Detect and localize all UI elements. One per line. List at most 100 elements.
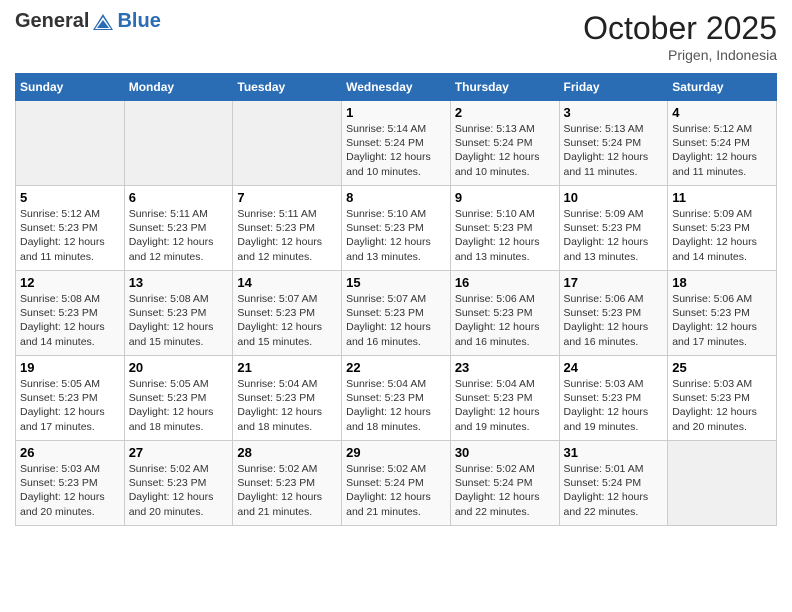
day-info: Sunrise: 5:02 AM Sunset: 5:23 PM Dayligh… xyxy=(129,462,229,519)
calendar-day-cell: 6 Sunrise: 5:11 AM Sunset: 5:23 PM Daylig… xyxy=(124,186,233,271)
day-number: 16 xyxy=(455,275,555,290)
calendar-day-cell: 26 Sunrise: 5:03 AM Sunset: 5:23 PM Dayli… xyxy=(16,441,125,526)
day-info: Sunrise: 5:11 AM Sunset: 5:23 PM Dayligh… xyxy=(129,207,229,264)
day-number: 5 xyxy=(20,190,120,205)
calendar-table: Sunday Monday Tuesday Wednesday Thursday… xyxy=(15,73,777,526)
day-number: 6 xyxy=(129,190,229,205)
calendar-day-cell: 1Sunrise: 5:14 AM Sunset: 5:24 PM Daylig… xyxy=(342,101,451,186)
day-number: 27 xyxy=(129,445,229,460)
calendar-day-cell: 30Sunrise: 5:02 AM Sunset: 5:24 PM Dayli… xyxy=(450,441,559,526)
day-number: 17 xyxy=(564,275,664,290)
day-number: 23 xyxy=(455,360,555,375)
day-info: Sunrise: 5:12 AM Sunset: 5:24 PM Dayligh… xyxy=(672,122,772,179)
day-info: Sunrise: 5:04 AM Sunset: 5:23 PM Dayligh… xyxy=(346,377,446,434)
calendar-day-cell xyxy=(124,101,233,186)
day-number: 2 xyxy=(455,105,555,120)
day-info: Sunrise: 5:07 AM Sunset: 5:23 PM Dayligh… xyxy=(237,292,337,349)
day-number: 20 xyxy=(129,360,229,375)
calendar-day-cell: 2 Sunrise: 5:13 AM Sunset: 5:24 PM Daylig… xyxy=(450,101,559,186)
logo-icon xyxy=(91,12,115,32)
day-number: 8 xyxy=(346,190,446,205)
calendar-header: General Blue October 2025 Prigen, Indone… xyxy=(15,10,777,63)
calendar-day-cell: 7 Sunrise: 5:11 AM Sunset: 5:23 PM Daylig… xyxy=(233,186,342,271)
calendar-day-cell: 20Sunrise: 5:05 AM Sunset: 5:23 PM Dayli… xyxy=(124,356,233,441)
day-number: 31 xyxy=(564,445,664,460)
day-info: Sunrise: 5:09 AM Sunset: 5:23 PM Dayligh… xyxy=(564,207,664,264)
calendar-thead: Sunday Monday Tuesday Wednesday Thursday… xyxy=(16,74,777,101)
title-block: October 2025 Prigen, Indonesia xyxy=(583,10,777,63)
calendar-day-cell: 31Sunrise: 5:01 AM Sunset: 5:24 PM Dayli… xyxy=(559,441,668,526)
day-info: Sunrise: 5:12 AM Sunset: 5:23 PM Dayligh… xyxy=(20,207,120,264)
calendar-day-cell: 19Sunrise: 5:05 AM Sunset: 5:23 PM Dayli… xyxy=(16,356,125,441)
day-info: Sunrise: 5:13 AM Sunset: 5:24 PM Dayligh… xyxy=(564,122,664,179)
day-info: Sunrise: 5:03 AM Sunset: 5:23 PM Dayligh… xyxy=(672,377,772,434)
day-info: Sunrise: 5:07 AM Sunset: 5:23 PM Dayligh… xyxy=(346,292,446,349)
day-info: Sunrise: 5:13 AM Sunset: 5:24 PM Dayligh… xyxy=(455,122,555,179)
day-info: Sunrise: 5:08 AM Sunset: 5:23 PM Dayligh… xyxy=(129,292,229,349)
day-info: Sunrise: 5:04 AM Sunset: 5:23 PM Dayligh… xyxy=(455,377,555,434)
day-info: Sunrise: 5:11 AM Sunset: 5:23 PM Dayligh… xyxy=(237,207,337,264)
header-tuesday: Tuesday xyxy=(233,74,342,101)
day-number: 10 xyxy=(564,190,664,205)
header-sunday: Sunday xyxy=(16,74,125,101)
calendar-day-cell: 27 Sunrise: 5:02 AM Sunset: 5:23 PM Dayli… xyxy=(124,441,233,526)
day-number: 13 xyxy=(129,275,229,290)
day-number: 9 xyxy=(455,190,555,205)
day-info: Sunrise: 5:06 AM Sunset: 5:23 PM Dayligh… xyxy=(455,292,555,349)
header-monday: Monday xyxy=(124,74,233,101)
calendar-day-cell: 16 Sunrise: 5:06 AM Sunset: 5:23 PM Dayli… xyxy=(450,271,559,356)
day-info: Sunrise: 5:03 AM Sunset: 5:23 PM Dayligh… xyxy=(564,377,664,434)
day-number: 14 xyxy=(237,275,337,290)
header-thursday: Thursday xyxy=(450,74,559,101)
calendar-day-cell: 23 Sunrise: 5:04 AM Sunset: 5:23 PM Dayli… xyxy=(450,356,559,441)
day-info: Sunrise: 5:03 AM Sunset: 5:23 PM Dayligh… xyxy=(20,462,120,519)
calendar-day-cell: 15Sunrise: 5:07 AM Sunset: 5:23 PM Dayli… xyxy=(342,271,451,356)
day-info: Sunrise: 5:06 AM Sunset: 5:23 PM Dayligh… xyxy=(672,292,772,349)
day-number: 7 xyxy=(237,190,337,205)
day-info: Sunrise: 5:06 AM Sunset: 5:23 PM Dayligh… xyxy=(564,292,664,349)
calendar-day-cell: 18Sunrise: 5:06 AM Sunset: 5:23 PM Dayli… xyxy=(668,271,777,356)
logo-text: General Blue xyxy=(15,10,161,33)
day-number: 24 xyxy=(564,360,664,375)
calendar-week-row: 19Sunrise: 5:05 AM Sunset: 5:23 PM Dayli… xyxy=(16,356,777,441)
logo: General Blue xyxy=(15,10,161,33)
day-info: Sunrise: 5:04 AM Sunset: 5:23 PM Dayligh… xyxy=(237,377,337,434)
day-number: 4 xyxy=(672,105,772,120)
calendar-container: General Blue October 2025 Prigen, Indone… xyxy=(0,0,792,536)
day-number: 25 xyxy=(672,360,772,375)
calendar-day-cell: 9Sunrise: 5:10 AM Sunset: 5:23 PM Daylig… xyxy=(450,186,559,271)
calendar-day-cell: 17 Sunrise: 5:06 AM Sunset: 5:23 PM Dayli… xyxy=(559,271,668,356)
day-number: 29 xyxy=(346,445,446,460)
calendar-week-row: 26 Sunrise: 5:03 AM Sunset: 5:23 PM Dayli… xyxy=(16,441,777,526)
calendar-day-cell: 21 Sunrise: 5:04 AM Sunset: 5:23 PM Dayli… xyxy=(233,356,342,441)
day-info: Sunrise: 5:02 AM Sunset: 5:24 PM Dayligh… xyxy=(455,462,555,519)
day-info: Sunrise: 5:02 AM Sunset: 5:23 PM Dayligh… xyxy=(237,462,337,519)
day-number: 26 xyxy=(20,445,120,460)
day-number: 12 xyxy=(20,275,120,290)
logo-blue: Blue xyxy=(117,10,160,33)
weekday-header-row: Sunday Monday Tuesday Wednesday Thursday… xyxy=(16,74,777,101)
day-number: 3 xyxy=(564,105,664,120)
day-number: 22 xyxy=(346,360,446,375)
calendar-day-cell: 22 Sunrise: 5:04 AM Sunset: 5:23 PM Dayli… xyxy=(342,356,451,441)
calendar-day-cell: 8Sunrise: 5:10 AM Sunset: 5:23 PM Daylig… xyxy=(342,186,451,271)
calendar-week-row: 12 Sunrise: 5:08 AM Sunset: 5:23 PM Dayli… xyxy=(16,271,777,356)
calendar-week-row: 5 Sunrise: 5:12 AM Sunset: 5:23 PM Daylig… xyxy=(16,186,777,271)
header-wednesday: Wednesday xyxy=(342,74,451,101)
day-info: Sunrise: 5:09 AM Sunset: 5:23 PM Dayligh… xyxy=(672,207,772,264)
day-number: 19 xyxy=(20,360,120,375)
calendar-day-cell xyxy=(16,101,125,186)
day-number: 28 xyxy=(237,445,337,460)
calendar-day-cell: 3 Sunrise: 5:13 AM Sunset: 5:24 PM Daylig… xyxy=(559,101,668,186)
calendar-day-cell: 28 Sunrise: 5:02 AM Sunset: 5:23 PM Dayli… xyxy=(233,441,342,526)
calendar-body: 1Sunrise: 5:14 AM Sunset: 5:24 PM Daylig… xyxy=(16,101,777,526)
calendar-day-cell: 10 Sunrise: 5:09 AM Sunset: 5:23 PM Dayli… xyxy=(559,186,668,271)
month-title: October 2025 xyxy=(583,10,777,47)
calendar-day-cell xyxy=(233,101,342,186)
calendar-day-cell: 13 Sunrise: 5:08 AM Sunset: 5:23 PM Dayli… xyxy=(124,271,233,356)
calendar-day-cell: 11Sunrise: 5:09 AM Sunset: 5:23 PM Dayli… xyxy=(668,186,777,271)
day-number: 21 xyxy=(237,360,337,375)
calendar-day-cell: 5 Sunrise: 5:12 AM Sunset: 5:23 PM Daylig… xyxy=(16,186,125,271)
calendar-day-cell: 29 Sunrise: 5:02 AM Sunset: 5:24 PM Dayli… xyxy=(342,441,451,526)
day-info: Sunrise: 5:02 AM Sunset: 5:24 PM Dayligh… xyxy=(346,462,446,519)
